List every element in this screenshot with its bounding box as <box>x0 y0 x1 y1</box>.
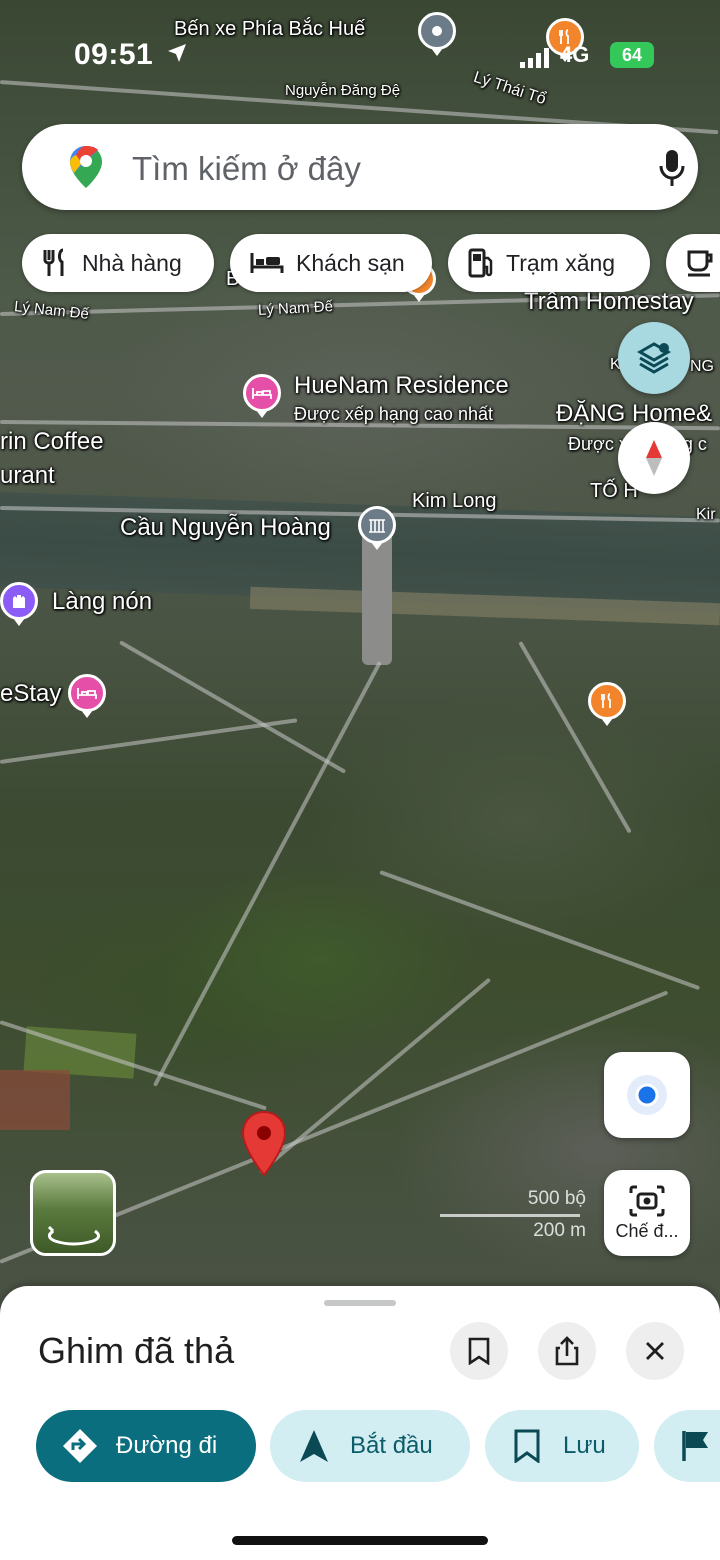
chip-hotels[interactable]: Khách sạn <box>230 234 432 292</box>
scale-imperial: 500 bộ <box>527 1188 586 1209</box>
map-label-partial: NG <box>690 358 714 375</box>
category-chips: Nhà hàng Khách sạn Trạm xăng <box>0 234 720 292</box>
compass-button[interactable] <box>618 422 690 494</box>
start-label: Bắt đầu <box>350 1432 433 1459</box>
navigation-arrow-icon <box>300 1430 328 1462</box>
coffee-icon <box>687 250 713 277</box>
dropped-pin-icon[interactable] <box>240 1110 288 1178</box>
hotel-pin-icon[interactable] <box>243 374 281 412</box>
directions-icon <box>63 1429 97 1463</box>
search-placeholder[interactable]: Tìm kiếm ở đây <box>132 150 361 188</box>
road <box>379 870 701 991</box>
map-label-coffee[interactable]: rin Coffee <box>0 428 104 456</box>
scale-bar <box>440 1214 580 1217</box>
my-location-icon <box>627 1075 667 1115</box>
layers-icon <box>636 342 672 374</box>
camera-mode-button[interactable]: Chế đ... <box>604 1170 690 1256</box>
map-label-rating: Được xếp hạng cao nhất <box>294 404 493 424</box>
gas-station-icon <box>468 248 493 278</box>
map-label-street: Lý Nam Đế <box>13 298 90 323</box>
map-label-restaurant: urant <box>0 462 55 489</box>
chip-coffee[interactable] <box>666 234 720 292</box>
road <box>119 640 347 774</box>
directions-button[interactable]: Đường đi <box>36 1410 256 1482</box>
signal-icon <box>520 48 549 68</box>
close-button[interactable] <box>626 1322 684 1380</box>
location-arrow-icon <box>168 44 186 62</box>
rooftops <box>0 1070 70 1130</box>
drag-handle[interactable] <box>324 1300 396 1306</box>
restaurant-icon <box>43 248 64 276</box>
hotel-icon <box>250 253 284 273</box>
battery-level: 64 <box>621 44 643 65</box>
camera-mode-label: Chế đ... <box>615 1220 679 1241</box>
scale-metric: 200 m <box>533 1220 586 1241</box>
my-location-button[interactable] <box>604 1052 690 1138</box>
map-label-tram-homestay[interactable]: Trâm Homestay <box>524 288 694 316</box>
road <box>0 718 298 764</box>
hotel-pin-icon[interactable] <box>68 674 106 712</box>
place-sheet[interactable]: Ghim đã thả Đường đi Bắt đầu Lưu <box>0 1286 720 1560</box>
start-button[interactable]: Bắt đầu <box>270 1410 470 1482</box>
chip-gas-stations[interactable]: Trạm xăng <box>448 234 650 292</box>
share-icon <box>555 1336 579 1366</box>
save-button[interactable]: Lưu <box>485 1410 639 1482</box>
street-view-thumbnail[interactable] <box>30 1170 116 1256</box>
chip-label: Trạm xăng <box>506 249 616 276</box>
chip-label: Khách sạn <box>296 249 405 276</box>
camera-icon <box>629 1185 665 1216</box>
bookmark-icon <box>468 1337 490 1365</box>
flag-icon <box>682 1431 708 1461</box>
microphone-icon[interactable] <box>658 148 686 188</box>
directions-label: Đường đi <box>116 1432 218 1459</box>
map-label-dang-home[interactable]: ĐẶNG Home& <box>556 400 712 428</box>
search-bar[interactable]: Tìm kiếm ở đây <box>22 124 698 210</box>
road <box>518 641 632 834</box>
map-label-street: Nguyễn Đăng Đệ <box>285 82 401 99</box>
chip-restaurants[interactable]: Nhà hàng <box>22 234 214 292</box>
layers-button[interactable] <box>618 322 690 394</box>
map-label-homestay[interactable]: eStay <box>0 680 61 708</box>
close-icon <box>646 1342 664 1360</box>
home-indicator <box>232 1536 488 1545</box>
map-label-partial: Kir <box>696 506 716 523</box>
landmark-pin-icon[interactable] <box>358 506 396 544</box>
google-maps-logo-icon <box>70 146 102 188</box>
save-icon-button[interactable] <box>450 1322 508 1380</box>
share-button[interactable] <box>538 1322 596 1380</box>
map-label-street: Lý Nam Đế <box>257 298 334 319</box>
battery-icon: 64 <box>610 42 654 68</box>
map-label-kim-long: Kim Long <box>412 490 497 512</box>
more-action-button[interactable] <box>654 1410 720 1482</box>
map-scale: 500 bộ 200 m <box>430 1188 590 1248</box>
restaurant-pin-icon[interactable] <box>588 682 626 720</box>
bookmark-icon <box>514 1429 540 1463</box>
map-label-lang-non[interactable]: Làng nón <box>52 588 152 616</box>
sheet-title: Ghim đã thả <box>38 1330 235 1371</box>
network-type: 4G <box>560 42 590 67</box>
status-time: 09:51 <box>74 38 154 71</box>
map-label-huenam[interactable]: HueNam Residence <box>294 372 509 400</box>
compass-icon <box>646 440 662 476</box>
attraction-pin-icon[interactable] <box>0 582 38 620</box>
map-label-bridge[interactable]: Cầu Nguyễn Hoàng <box>120 514 331 542</box>
chip-label: Nhà hàng <box>82 249 182 276</box>
status-bar: 09:51 4G 64 <box>0 30 720 80</box>
save-label: Lưu <box>563 1432 606 1459</box>
